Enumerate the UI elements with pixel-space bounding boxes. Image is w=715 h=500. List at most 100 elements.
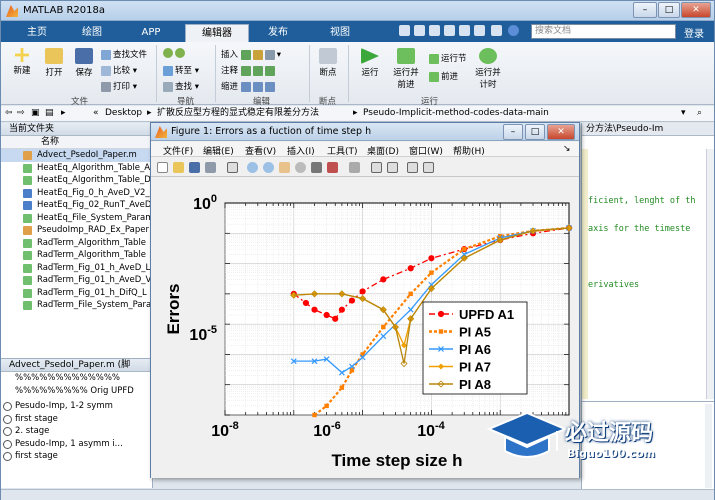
link-plot-icon[interactable] [349, 162, 360, 173]
colorbar-icon[interactable] [371, 162, 382, 173]
switch-windows-icon[interactable] [491, 25, 502, 36]
list-item[interactable]: PseudoImp_RAD_Ex_Paper [1, 224, 152, 237]
tab-view[interactable]: 视图 [315, 24, 365, 42]
list-item[interactable]: HeatEq_File_System_Param [1, 212, 152, 225]
rotate-icon[interactable] [295, 162, 306, 173]
advance-button[interactable]: 前进 [429, 70, 458, 82]
list-item[interactable]: HeatEq_Algorithm_Table_A [1, 162, 152, 175]
detail-line[interactable]: first stage [1, 450, 152, 463]
legend-icon[interactable] [387, 162, 398, 173]
close-button[interactable]: ✕ [681, 2, 711, 18]
select-arrow-icon[interactable] [227, 162, 238, 173]
menu-help[interactable]: 帮助(H) [453, 144, 485, 157]
tab-apps[interactable]: APP [125, 24, 177, 42]
tab-plots[interactable]: 绘图 [69, 24, 115, 42]
menu-edit[interactable]: 编辑(E) [203, 144, 234, 157]
save-quick-icon[interactable] [399, 25, 410, 36]
data-point [359, 288, 366, 295]
list-item[interactable]: RadTerm_Fig_01_h_AveD_V [1, 274, 152, 287]
breakpoints-button[interactable]: 断点 [313, 48, 343, 78]
indent-button[interactable]: 缩进 [221, 80, 277, 92]
pan-icon[interactable] [279, 162, 290, 173]
detail-line[interactable]: 2. stage [1, 425, 152, 438]
figure-close-button[interactable]: ✕ [547, 124, 575, 140]
tab-publish[interactable]: 发布 [253, 24, 303, 42]
run-button[interactable]: 运行 [355, 48, 385, 78]
undo-quick-icon[interactable] [459, 25, 470, 36]
list-item[interactable]: HeatEq_Fig_0_h_AveD_V2_ [1, 187, 152, 200]
comment-button[interactable]: 注释 [221, 64, 277, 76]
list-item[interactable]: HeatEq_Algorithm_Table_D [1, 174, 152, 187]
maximize-button[interactable]: □ [658, 2, 680, 18]
menu-desktop[interactable]: 桌面(D) [367, 144, 399, 157]
address-dropdown[interactable]: ▾ [681, 106, 686, 121]
list-item[interactable]: RadTerm_Algorithm_Table [1, 237, 152, 250]
menu-file[interactable]: 文件(F) [163, 144, 193, 157]
breadcrumb-current[interactable]: Pseudo-Implicit-method-codes-data-main [363, 106, 549, 121]
back-arrow-icon[interactable]: ⇦ [5, 106, 13, 121]
help-icon[interactable] [508, 25, 519, 36]
insert-button[interactable]: 插入 ▾ [221, 48, 281, 60]
nav-back-button[interactable] [163, 48, 187, 59]
detail-line[interactable]: Pesudo-Imp, 1 asymm i... [1, 438, 152, 451]
hide-plot-tools-icon[interactable] [407, 162, 418, 173]
zoom-in-icon[interactable] [247, 162, 258, 173]
editor-scrollbar[interactable] [706, 149, 714, 399]
list-item[interactable]: RadTerm_Fig_01_h_DifQ_L [1, 287, 152, 300]
copy-quick-icon[interactable] [429, 25, 440, 36]
run-time-button[interactable]: 运行并 计时 [471, 48, 505, 90]
breadcrumb-folder[interactable]: 扩散反应型方程的显式稳定有限差分方法 [157, 106, 319, 121]
list-item[interactable]: RadTerm_Algorithm_Table [1, 249, 152, 262]
new-button[interactable]: 新建 [7, 48, 37, 76]
open-button[interactable]: 打开 [39, 48, 69, 78]
figure-minimize-button[interactable]: – [503, 124, 523, 140]
paste-quick-icon[interactable] [444, 25, 455, 36]
browse-folder-icon[interactable]: ▤ [45, 106, 54, 121]
tab-home[interactable]: 主页 [15, 24, 59, 42]
list-item[interactable]: HeatEq_Fig_02_RunT_AveD [1, 199, 152, 212]
minimize-button[interactable]: – [633, 2, 657, 18]
menu-tools[interactable]: 工具(T) [327, 144, 358, 157]
show-plot-tools-icon[interactable] [423, 162, 434, 173]
zoom-out-icon[interactable] [263, 162, 274, 173]
menu-window[interactable]: 窗口(W) [409, 144, 443, 157]
forward-arrow-icon[interactable]: ⇨ [17, 106, 25, 121]
legend[interactable]: UPFD A1 PI A5 PI A6 PI A7 PI A8 [422, 301, 528, 395]
menu-dock-arrow[interactable]: ↘ [563, 144, 571, 154]
menu-insert[interactable]: 插入(I) [287, 144, 315, 157]
find-button[interactable]: 查找 ▾ [163, 80, 199, 92]
detail-line[interactable]: first stage [1, 413, 152, 426]
new-figure-icon[interactable] [157, 162, 168, 173]
print-figure-icon[interactable] [205, 162, 216, 173]
list-item[interactable]: Advect_PsedoI_Paper.m [1, 149, 152, 162]
column-header[interactable]: 名称 [1, 136, 152, 149]
compare-button[interactable]: 比较 ▾ [101, 64, 137, 76]
figure-maximize-button[interactable]: □ [525, 124, 545, 140]
save-figure-icon[interactable] [189, 162, 200, 173]
detail-line[interactable]: Pesudo-Imp, 1-2 symm [1, 400, 152, 413]
run-section-button[interactable]: 运行节 [429, 52, 467, 64]
editor-tab[interactable]: 分方法\Pseudo-Im [582, 123, 714, 136]
cut-quick-icon[interactable] [414, 25, 425, 36]
print-button[interactable]: 打印 ▾ [101, 80, 137, 92]
tab-editor[interactable]: 编辑器 [185, 24, 249, 42]
menu-view[interactable]: 查看(V) [245, 144, 276, 157]
redo-quick-icon[interactable] [474, 25, 485, 36]
breadcrumb-desktop[interactable]: Desktop [105, 106, 142, 121]
open-file-icon[interactable] [173, 162, 184, 173]
up-folder-icon[interactable]: ▣ [31, 106, 40, 121]
data-cursor-icon[interactable] [311, 162, 322, 173]
editor-panel[interactable]: 分方法\Pseudo-Im ficient, lenght of th axis… [581, 123, 714, 401]
run-advance-button[interactable]: 运行并 前进 [389, 48, 423, 90]
list-item[interactable]: RadTerm_Fig_01_h_AveD_L [1, 262, 152, 275]
save-button[interactable]: 保存 [69, 48, 99, 78]
breadcrumb-chevron[interactable]: « [93, 106, 99, 121]
insert-more-icon [264, 49, 275, 60]
goto-button[interactable]: 转至 ▾ [163, 64, 199, 76]
brush-icon[interactable] [327, 162, 338, 173]
signin-link[interactable]: 登录 [684, 25, 704, 40]
list-item[interactable]: RadTerm_File_System_Para [1, 299, 152, 312]
search-folder-icon[interactable]: ⌕ [697, 106, 702, 121]
find-files-button[interactable]: 查找文件 [101, 48, 147, 60]
search-input[interactable]: 搜索文档 [531, 24, 676, 39]
